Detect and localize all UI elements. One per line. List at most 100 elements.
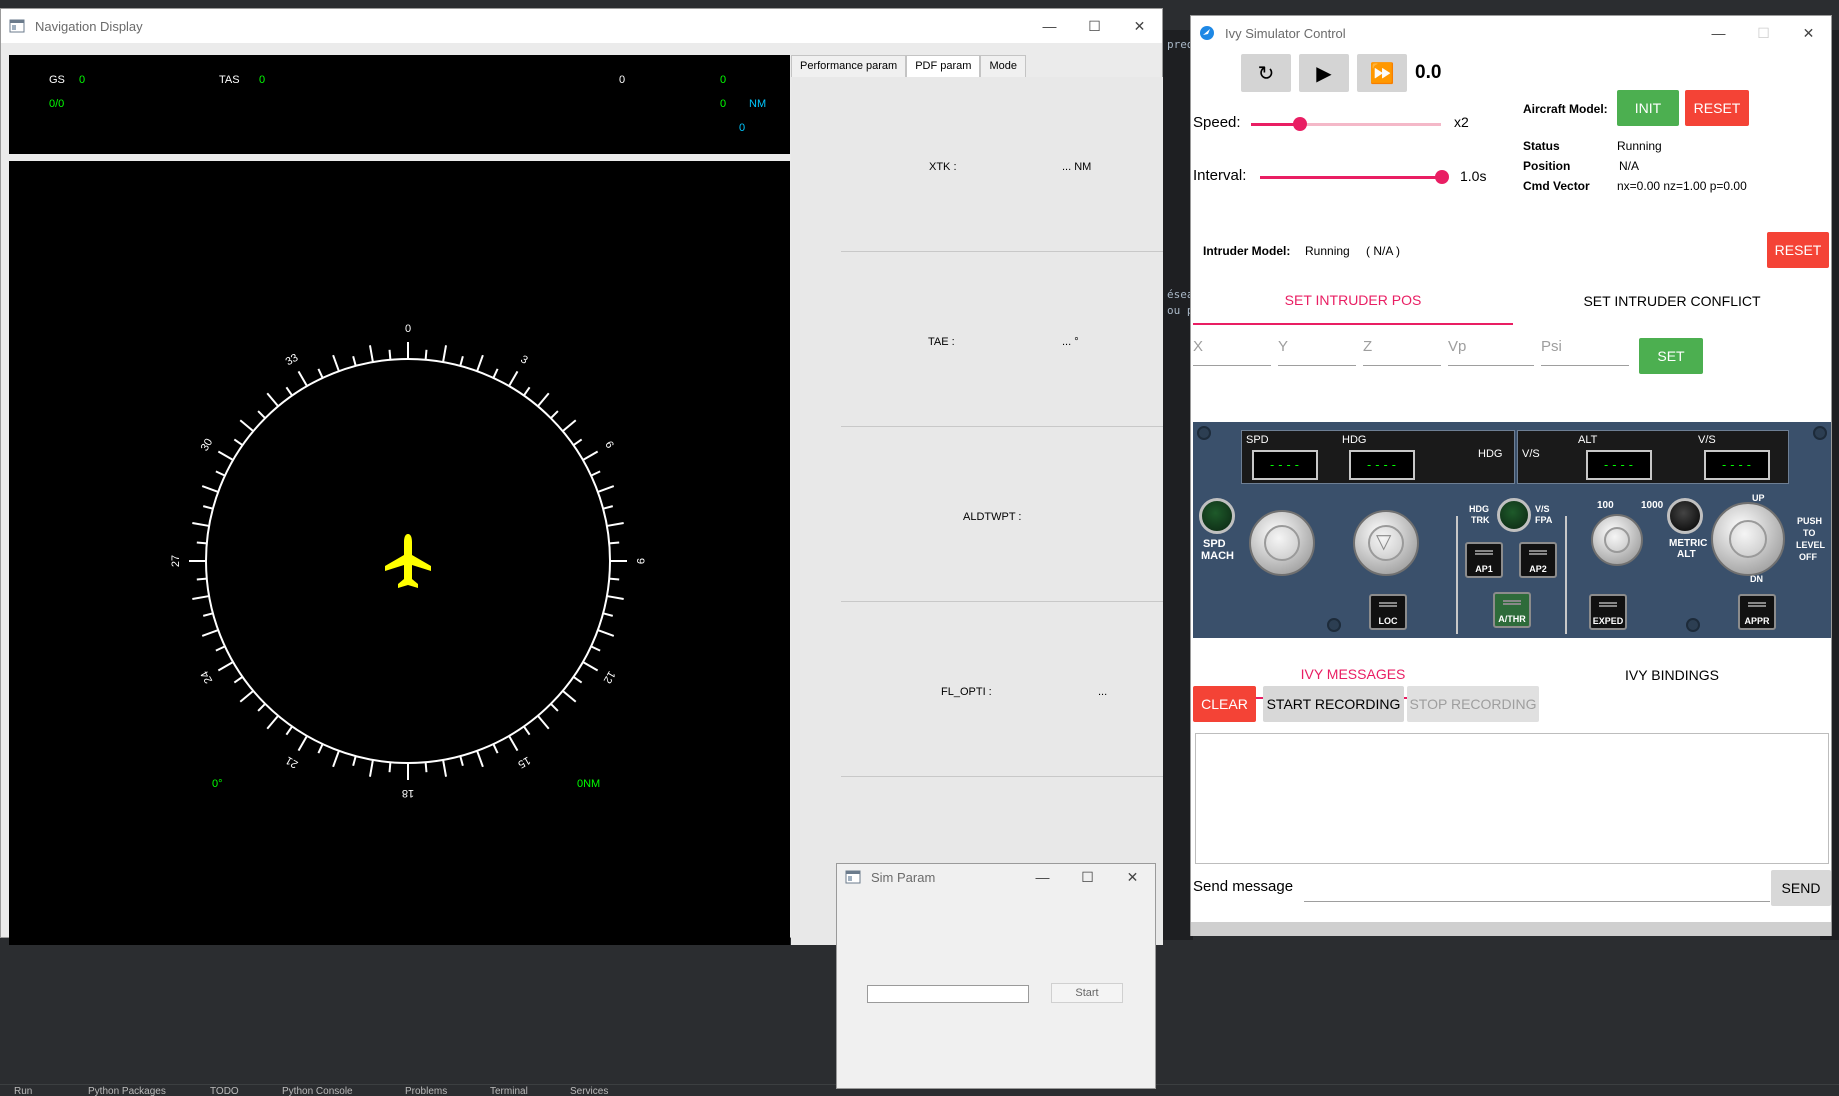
compass-tick bbox=[202, 612, 214, 617]
tool-tab-problems[interactable]: Problems bbox=[405, 1086, 447, 1096]
tab-set-intruder-conflict[interactable]: SET INTRUDER CONFLICT bbox=[1513, 277, 1831, 325]
reset-aircraft-button[interactable]: RESET bbox=[1685, 90, 1749, 126]
nd-header-panel: GS 0 TAS 0 0/0 0 0 0 NM 0 bbox=[9, 55, 790, 154]
play-button[interactable]: ▶ bbox=[1299, 54, 1349, 92]
athr-button[interactable]: A/THR bbox=[1493, 592, 1531, 628]
athr-label: A/THR bbox=[1498, 614, 1526, 624]
compass-tick bbox=[562, 690, 577, 703]
set-button[interactable]: SET bbox=[1639, 338, 1703, 374]
hdg-trk-toggle[interactable] bbox=[1497, 498, 1531, 532]
restart-button[interactable]: ↻ bbox=[1241, 54, 1291, 92]
compass-tick bbox=[202, 505, 214, 510]
tab-mode[interactable]: Mode bbox=[980, 55, 1026, 77]
compass-tick bbox=[266, 715, 279, 730]
start-recording-button[interactable]: START RECORDING bbox=[1263, 686, 1404, 722]
compass-label: 9 bbox=[634, 558, 646, 564]
fcu-divider bbox=[1456, 516, 1458, 634]
start-button[interactable]: Start bbox=[1051, 983, 1123, 1003]
interval-slider-fill bbox=[1260, 176, 1442, 179]
vp-field[interactable]: Vp bbox=[1448, 336, 1534, 366]
compass-tick bbox=[388, 762, 392, 773]
ap1-button[interactable]: AP1 bbox=[1465, 542, 1503, 578]
screw bbox=[1197, 426, 1211, 440]
fcu-divider bbox=[1565, 516, 1567, 634]
status-value: Running bbox=[1617, 139, 1662, 153]
tab-performance-param[interactable]: Performance param bbox=[791, 55, 907, 77]
altitude-knob-inner bbox=[1729, 520, 1767, 558]
alt-screen: ---- bbox=[1586, 450, 1652, 480]
interval-slider-thumb[interactable] bbox=[1435, 170, 1449, 184]
compass-tick bbox=[233, 676, 244, 684]
hdg-screen-value: ---- bbox=[1365, 458, 1399, 472]
ivy-message-log[interactable] bbox=[1195, 733, 1829, 864]
close-button[interactable]: ✕ bbox=[1117, 9, 1162, 43]
init-button[interactable]: INIT bbox=[1617, 90, 1679, 126]
intruder-status: Running bbox=[1305, 244, 1350, 258]
loc-button[interactable]: LOC bbox=[1369, 594, 1407, 630]
ivy-bottom-bar bbox=[1191, 922, 1831, 936]
x-field[interactable]: X bbox=[1193, 336, 1271, 366]
alt-label: ALT bbox=[1578, 434, 1598, 446]
clear-button[interactable]: CLEAR bbox=[1193, 686, 1256, 722]
title-bar: Ivy Simulator Control — ☐ ✕ bbox=[1191, 16, 1831, 50]
tool-tab-terminal[interactable]: Terminal bbox=[490, 1086, 528, 1096]
speed-slider[interactable] bbox=[1251, 114, 1441, 134]
vs-fpa-label-2: FPA bbox=[1535, 515, 1553, 525]
psi-field[interactable]: Psi bbox=[1541, 336, 1629, 366]
compass-tick bbox=[285, 725, 293, 736]
appr-label: APPR bbox=[1744, 616, 1770, 626]
exped-button[interactable]: EXPED bbox=[1589, 594, 1627, 630]
loc-label: LOC bbox=[1378, 616, 1398, 626]
compass-tick bbox=[537, 392, 550, 407]
altitude-knob[interactable] bbox=[1711, 502, 1785, 576]
close-button[interactable]: ✕ bbox=[1786, 16, 1831, 50]
tool-tab-run[interactable]: Run bbox=[14, 1086, 32, 1096]
xtk-value: ... NM bbox=[1062, 161, 1092, 173]
tab-pdf-param[interactable]: PDF param bbox=[906, 55, 981, 77]
hdg-trk-label-2: TRK bbox=[1471, 515, 1490, 525]
reset-intruder-button[interactable]: RESET bbox=[1767, 232, 1829, 268]
y-field[interactable]: Y bbox=[1278, 336, 1356, 366]
vs-screen-value: ---- bbox=[1720, 458, 1754, 472]
window-app-icon bbox=[845, 870, 861, 884]
speed-slider-thumb[interactable] bbox=[1293, 117, 1307, 131]
appr-button[interactable]: APPR bbox=[1738, 594, 1776, 630]
speed-knob[interactable] bbox=[1249, 510, 1315, 576]
navigation-display-window: Navigation Display — ☐ ✕ GS 0 TAS 0 0/0 … bbox=[0, 8, 1163, 945]
pdf-param-panel: XTK : ... NM TAE : ... ° ALDTWPT : FL_OP… bbox=[791, 77, 1163, 945]
bottom-right-readout: 0NM bbox=[577, 778, 601, 790]
tas-value: 0 bbox=[259, 74, 266, 86]
interval-label: Interval: bbox=[1193, 167, 1247, 184]
ap2-button[interactable]: AP2 bbox=[1519, 542, 1557, 578]
maximize-button[interactable]: ☐ bbox=[1072, 9, 1117, 43]
tool-tab-todo[interactable]: TODO bbox=[210, 1086, 239, 1096]
interval-slider[interactable] bbox=[1260, 167, 1449, 187]
minimize-button[interactable]: — bbox=[1020, 864, 1065, 890]
title-bar: Sim Param — ☐ ✕ bbox=[837, 864, 1155, 890]
tool-tab-services[interactable]: Services bbox=[570, 1086, 608, 1096]
spd-mach-button[interactable] bbox=[1199, 498, 1235, 534]
minimize-button[interactable]: — bbox=[1696, 16, 1741, 50]
heading-knob[interactable]: ▽ bbox=[1353, 510, 1419, 576]
fast-forward-button[interactable]: ⏩ bbox=[1357, 54, 1407, 92]
compass-tick bbox=[368, 759, 374, 777]
maximize-button[interactable]: ☐ bbox=[1065, 864, 1110, 890]
sim-param-input[interactable] bbox=[867, 985, 1029, 1003]
send-message-input[interactable] bbox=[1304, 874, 1770, 902]
sim-time-value: 0.0 bbox=[1415, 62, 1442, 83]
tool-tab-python-packages[interactable]: Python Packages bbox=[88, 1086, 166, 1096]
close-button[interactable]: ✕ bbox=[1110, 864, 1155, 890]
metric-alt-button[interactable] bbox=[1667, 498, 1703, 534]
top-right-value-2: 0 bbox=[720, 74, 727, 86]
tab-set-intruder-pos[interactable]: SET INTRUDER POS bbox=[1193, 277, 1513, 325]
z-field[interactable]: Z bbox=[1363, 336, 1441, 366]
tab-ivy-bindings[interactable]: IVY BINDINGS bbox=[1513, 651, 1831, 699]
compass-label: 30 bbox=[199, 437, 216, 454]
minimize-button[interactable]: — bbox=[1027, 9, 1072, 43]
ivy-content: ↻ ▶ ⏩ 0.0 Speed: x2 Interval: 1.0s Aircr… bbox=[1191, 50, 1831, 936]
param-row-aldtwpt: ALDTWPT : bbox=[841, 427, 1163, 602]
tool-tab-python-console[interactable]: Python Console bbox=[282, 1086, 353, 1096]
send-button[interactable]: SEND bbox=[1771, 870, 1831, 906]
compass-tick bbox=[492, 368, 499, 379]
altitude-increment-knob[interactable] bbox=[1591, 514, 1643, 566]
